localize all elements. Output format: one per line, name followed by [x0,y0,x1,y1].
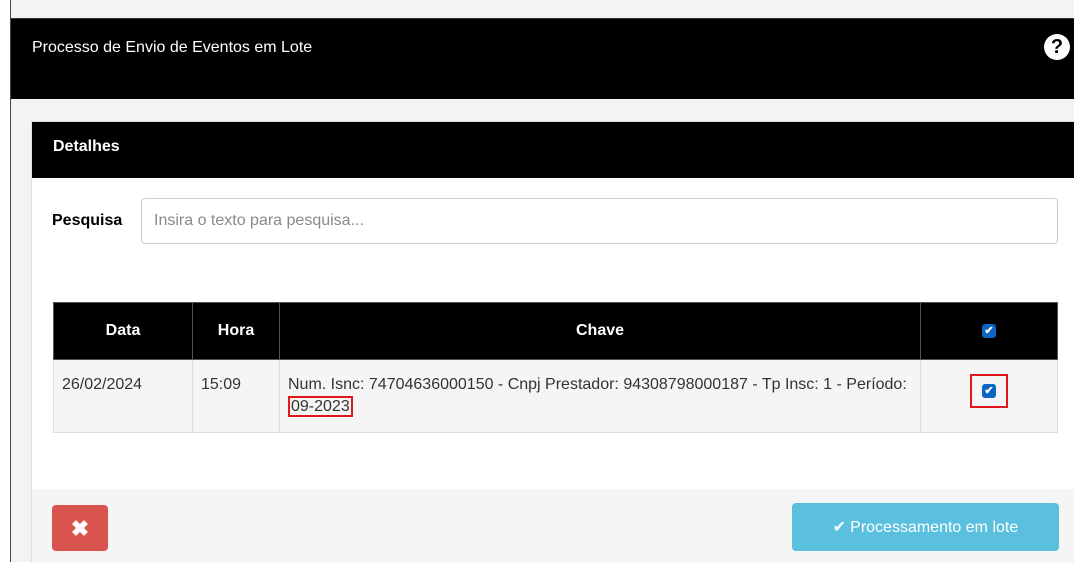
batch-process-button[interactable]: ✔ Processamento em lote [792,503,1059,551]
panel-title: Detalhes [53,138,120,155]
panel-heading: Detalhes [32,122,1074,178]
search-label: Pesquisa [52,212,123,229]
cell-select: ✔ [920,359,1058,433]
modal-title: Processo de Envio de Eventos em Lote [32,39,313,56]
select-all-checkbox-icon[interactable]: ✔ [982,323,996,338]
cell-data: 26/02/2024 [53,359,193,433]
modal-footer: ✖ ✔ Processamento em lote [32,489,1074,563]
check-icon: ✔ [832,519,847,536]
search-input[interactable] [141,198,1058,244]
period-highlight: 09-2023 [288,396,353,417]
batch-process-label: Processamento em lote [850,519,1019,536]
table-row[interactable]: 26/02/2024 15:09 Num. Isnc: 747046360001… [53,359,1058,433]
cancel-button[interactable]: ✖ [52,505,108,551]
help-icon[interactable]: ? [1044,34,1070,60]
column-header-data[interactable]: Data [53,302,193,360]
details-panel: Detalhes Pesquisa Data Hora Chave ✔ 26/0… [31,121,1074,563]
column-header-chave[interactable]: Chave [279,302,921,360]
table-header-row: Data Hora Chave ✔ [53,302,1058,360]
cell-hora: 15:09 [192,359,280,433]
events-table: Data Hora Chave ✔ 26/02/2024 15:09 Num. … [53,302,1058,433]
cell-chave: Num. Isnc: 74704636000150 - Cnpj Prestad… [279,359,921,433]
column-header-select-all: ✔ [920,302,1058,360]
modal-header: Processo de Envio de Eventos em Lote ? [11,18,1074,99]
row-checkbox-highlight: ✔ [970,374,1008,408]
column-header-hora[interactable]: Hora [192,302,280,360]
chave-text: Num. Isnc: 74704636000150 - Cnpj Prestad… [288,376,907,393]
row-checkbox-icon[interactable]: ✔ [982,383,996,398]
